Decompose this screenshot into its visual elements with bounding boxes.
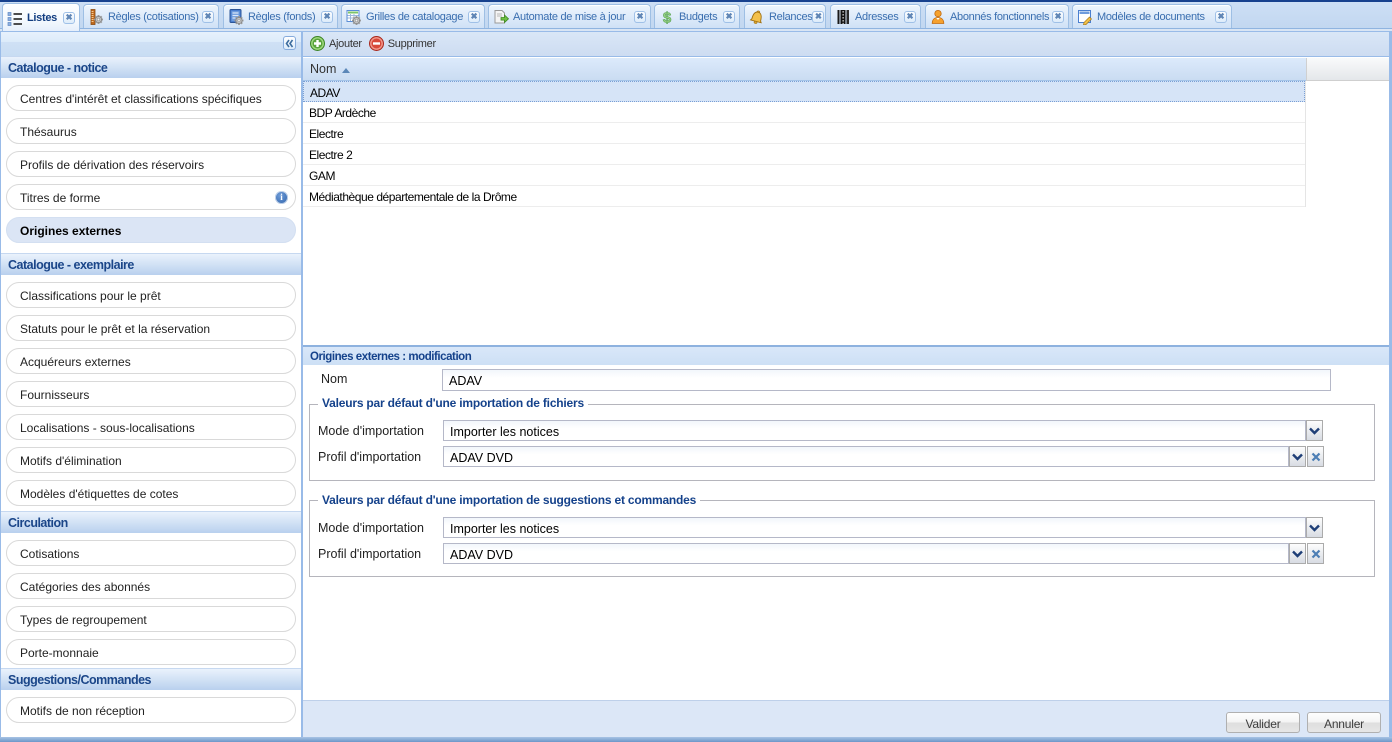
svg-text:$: $ [663,9,672,25]
